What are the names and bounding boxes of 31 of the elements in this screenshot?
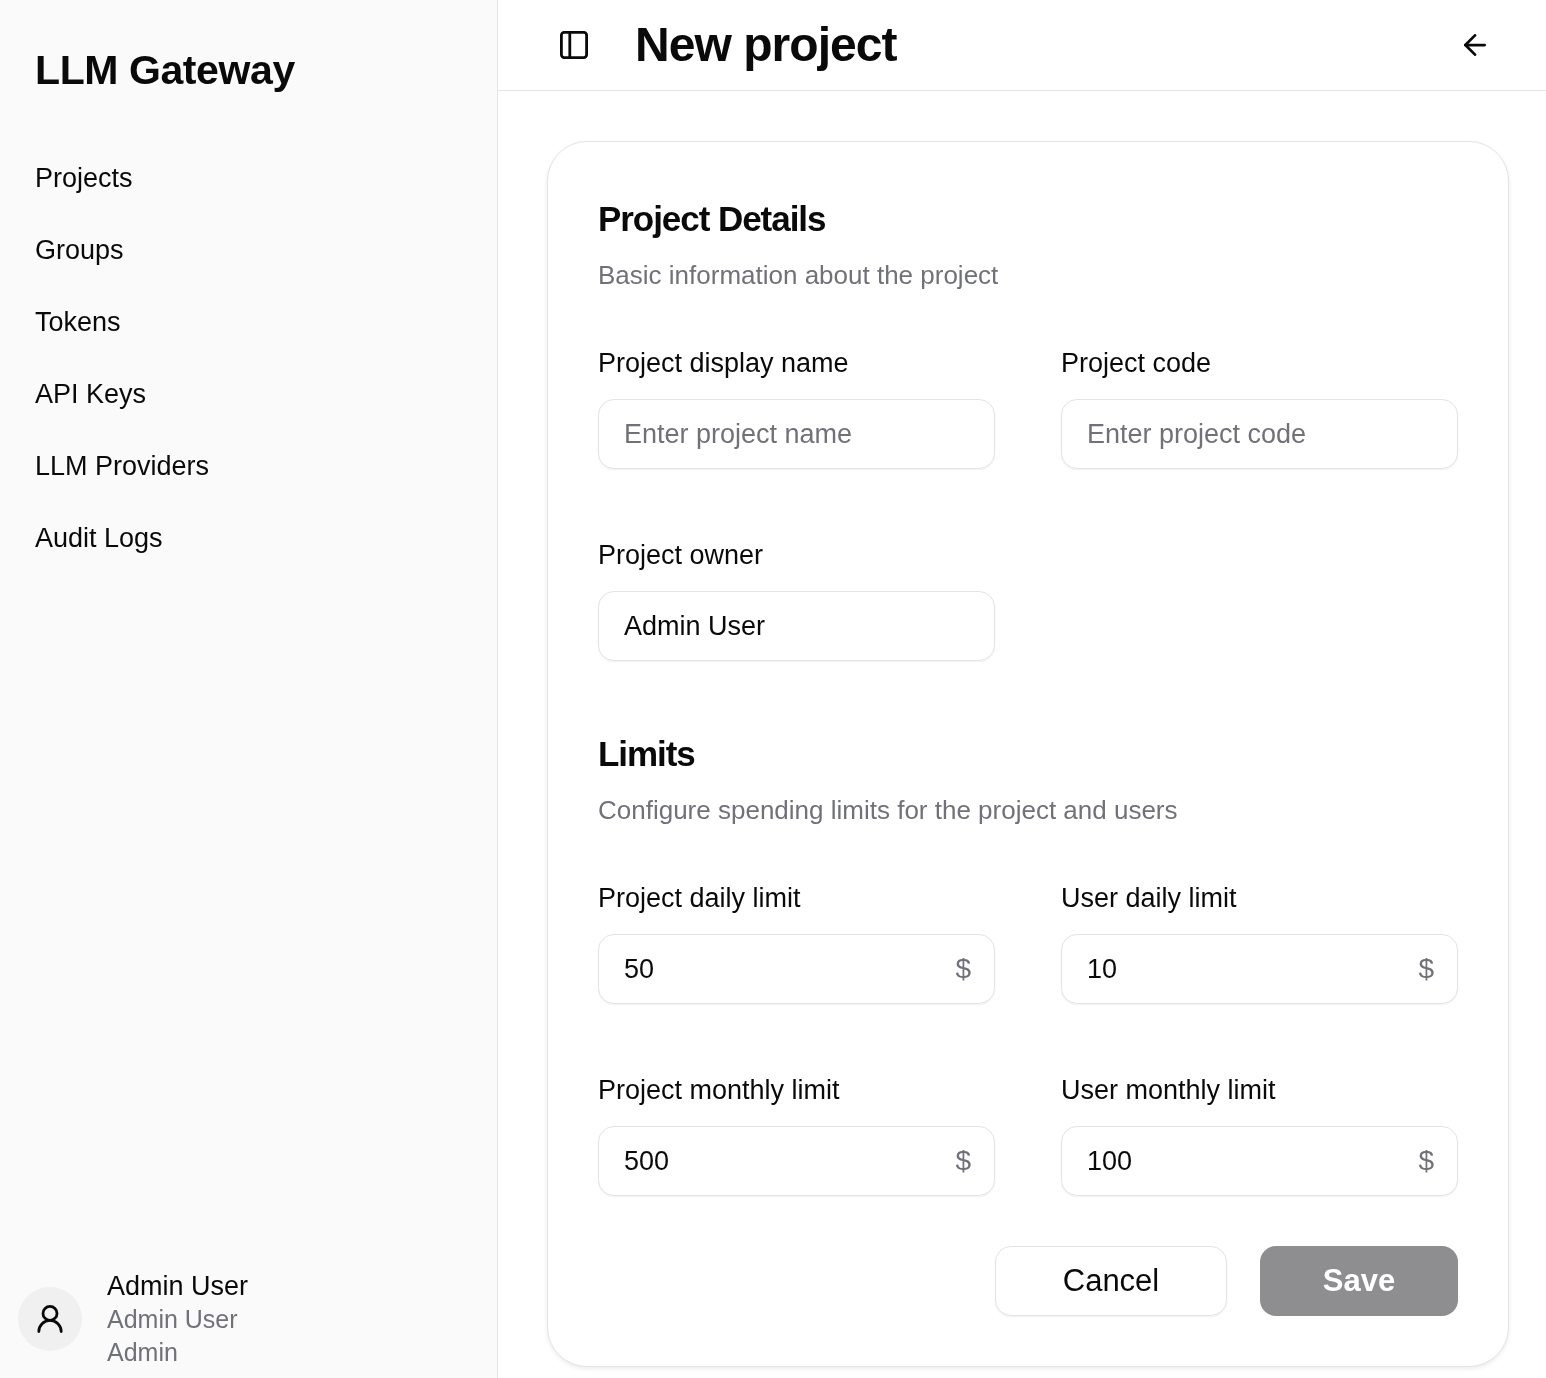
field-label: Project monthly limit — [598, 1074, 841, 1107]
sidebar-toggle-icon[interactable] — [560, 31, 588, 59]
user-role: Admin — [107, 1337, 179, 1368]
currency-suffix: $ — [1418, 952, 1434, 986]
section-description: Configure spending limits for the project and users — [598, 794, 1179, 827]
text-field[interactable]: Admin User — [598, 591, 995, 661]
nav-item[interactable]: Audit Logs — [0, 502, 198, 574]
nav-item[interactable]: API Keys — [0, 358, 182, 430]
app-title: LLM Gateway — [35, 46, 296, 94]
field-label: User daily limit — [1061, 882, 1238, 915]
field-label: User monthly limit — [1061, 1074, 1277, 1107]
field-label: Project code — [1061, 347, 1213, 380]
section-title: Limits — [598, 733, 696, 775]
text-field[interactable]: Enter project code — [1061, 399, 1458, 469]
currency-suffix: $ — [955, 1144, 971, 1178]
currency-suffix: $ — [1418, 1144, 1434, 1178]
section-description: Basic information about the project — [598, 259, 1000, 292]
nav-item[interactable]: Groups — [0, 214, 159, 286]
field-label: Project display name — [598, 347, 850, 380]
field-label: Project owner — [598, 539, 765, 572]
nav-item[interactable]: Projects — [0, 142, 168, 214]
secondary-button[interactable]: Cancel — [995, 1246, 1227, 1316]
user-name: Admin User — [107, 1270, 249, 1303]
nav-item[interactable]: Tokens — [0, 286, 156, 358]
section-title: Project Details — [598, 198, 827, 240]
nav-item[interactable]: LLM Providers — [0, 430, 245, 502]
user-display-name: Admin User — [107, 1304, 239, 1335]
currency-suffix: $ — [955, 952, 971, 986]
page-title: New project — [635, 17, 897, 73]
field-label: Project daily limit — [598, 882, 802, 915]
text-field[interactable]: Enter project name — [598, 399, 995, 469]
